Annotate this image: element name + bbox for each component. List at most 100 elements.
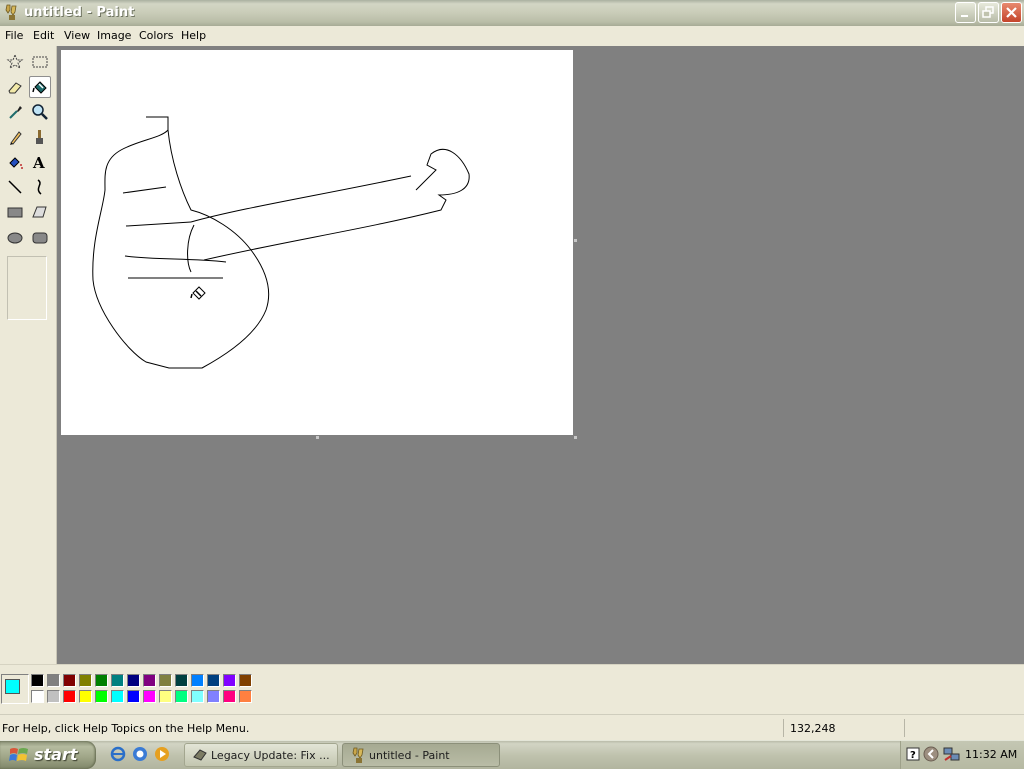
status-bar: For Help, click Help Topics on the Help … <box>0 714 1024 741</box>
expand-tray-icon[interactable] <box>923 746 939 762</box>
palette-swatch[interactable] <box>239 690 252 703</box>
palette-swatch[interactable] <box>63 690 76 703</box>
rounded-rectangle-tool[interactable] <box>29 226 51 248</box>
palette-swatch[interactable] <box>143 674 156 687</box>
polygon-tool[interactable] <box>29 201 51 223</box>
resize-handle-bottom[interactable] <box>316 436 319 439</box>
close-button[interactable] <box>1001 2 1022 23</box>
drawing-canvas[interactable] <box>61 50 573 435</box>
status-divider <box>783 719 784 737</box>
palette-swatch[interactable] <box>47 690 60 703</box>
palette-swatch[interactable] <box>207 690 220 703</box>
foreground-color <box>5 679 20 694</box>
restore-button[interactable] <box>978 2 999 23</box>
palette-swatch[interactable] <box>47 674 60 687</box>
palette-swatch[interactable] <box>111 690 124 703</box>
menu-edit[interactable]: Edit <box>33 29 54 42</box>
start-label: start <box>34 745 78 764</box>
palette-swatch[interactable] <box>239 674 252 687</box>
help-tray-icon[interactable]: ? <box>906 747 920 761</box>
resize-handle-right[interactable] <box>574 239 577 242</box>
pencil-tool[interactable] <box>4 126 26 148</box>
brush-icon <box>36 130 43 144</box>
palette-swatch[interactable] <box>223 690 236 703</box>
minimize-icon <box>961 15 968 17</box>
eyedropper-icon <box>9 106 22 119</box>
menu-help[interactable]: Help <box>181 29 206 42</box>
line-tool[interactable] <box>4 176 26 198</box>
task-label: Legacy Update: Fix ... <box>211 749 330 762</box>
palette-swatch[interactable] <box>127 690 140 703</box>
eraser-tool[interactable] <box>4 76 26 98</box>
menu-bar: File Edit View Image Colors Help <box>0 26 1024 45</box>
eraser-icon <box>8 82 22 94</box>
pick-color-tool[interactable] <box>4 101 26 123</box>
ellipse-tool[interactable] <box>4 226 26 248</box>
palette-swatch[interactable] <box>175 674 188 687</box>
palette-swatch[interactable] <box>31 674 44 687</box>
palette-swatch[interactable] <box>63 674 76 687</box>
palette-swatch[interactable] <box>191 674 204 687</box>
menu-file[interactable]: File <box>5 29 23 42</box>
airbrush-icon <box>9 157 23 169</box>
network-tray-icon[interactable] <box>943 746 961 762</box>
menu-colors[interactable]: Colors <box>139 29 173 42</box>
status-help-text: For Help, click Help Topics on the Help … <box>2 722 250 735</box>
text-tool[interactable]: A <box>29 151 51 173</box>
paint-app-icon <box>5 4 17 20</box>
task-legacy-update[interactable]: Legacy Update: Fix ... <box>184 743 338 767</box>
palette-swatch[interactable] <box>223 674 236 687</box>
magnifier-tool[interactable] <box>29 101 51 123</box>
palette-swatch[interactable] <box>127 674 140 687</box>
title-bar[interactable]: untitled - Paint <box>0 0 1024 27</box>
pencil-icon <box>10 131 22 145</box>
rectangle-tool[interactable] <box>4 201 26 223</box>
curve-tool[interactable] <box>29 176 51 198</box>
palette-swatch[interactable] <box>159 674 172 687</box>
rectangle-icon <box>7 207 23 218</box>
palette-swatch[interactable] <box>111 674 124 687</box>
menu-image[interactable]: Image <box>97 29 131 42</box>
windows-logo-icon <box>9 748 28 761</box>
paint-bucket-cursor <box>190 286 206 300</box>
free-form-select-tool[interactable] <box>4 51 26 73</box>
line-icon <box>8 180 22 194</box>
tool-box: A <box>0 46 57 664</box>
star-select-icon <box>6 53 24 70</box>
palette-swatch[interactable] <box>159 690 172 703</box>
palette-swatch[interactable] <box>207 674 220 687</box>
close-icon <box>1006 7 1017 18</box>
rounded-rectangle-icon <box>32 232 48 244</box>
start-button[interactable]: start <box>0 741 96 769</box>
svg-text:A: A <box>32 154 45 172</box>
status-divider <box>904 719 905 737</box>
outlook-express-icon[interactable] <box>132 746 148 762</box>
task-paint[interactable]: untitled - Paint <box>342 743 500 767</box>
palette-swatch[interactable] <box>95 674 108 687</box>
brush-tool[interactable] <box>29 126 51 148</box>
minimize-button[interactable] <box>955 2 976 23</box>
palette-swatch[interactable] <box>175 690 188 703</box>
tool-options-panel[interactable] <box>7 256 47 320</box>
airbrush-tool[interactable] <box>4 151 26 173</box>
resize-handle-corner[interactable] <box>574 436 577 439</box>
palette-swatch[interactable] <box>79 690 92 703</box>
select-tool[interactable] <box>29 51 51 73</box>
menu-view[interactable]: View <box>64 29 90 42</box>
palette-swatch[interactable] <box>79 674 92 687</box>
palette-swatch[interactable] <box>191 690 204 703</box>
text-icon: A <box>32 154 45 172</box>
palette-swatch[interactable] <box>95 690 108 703</box>
task-label: untitled - Paint <box>369 749 450 762</box>
rect-select-icon <box>32 56 48 68</box>
window-title: untitled - Paint <box>24 5 135 20</box>
media-player-icon[interactable] <box>154 746 170 762</box>
internet-explorer-icon[interactable] <box>110 746 126 762</box>
polygon-icon <box>32 206 47 218</box>
magnifier-icon <box>32 104 48 120</box>
color-indicator[interactable] <box>1 674 29 704</box>
work-area <box>57 46 1024 664</box>
palette-swatch[interactable] <box>143 690 156 703</box>
palette-swatch[interactable] <box>31 690 44 703</box>
fill-with-color-tool[interactable] <box>29 76 51 98</box>
